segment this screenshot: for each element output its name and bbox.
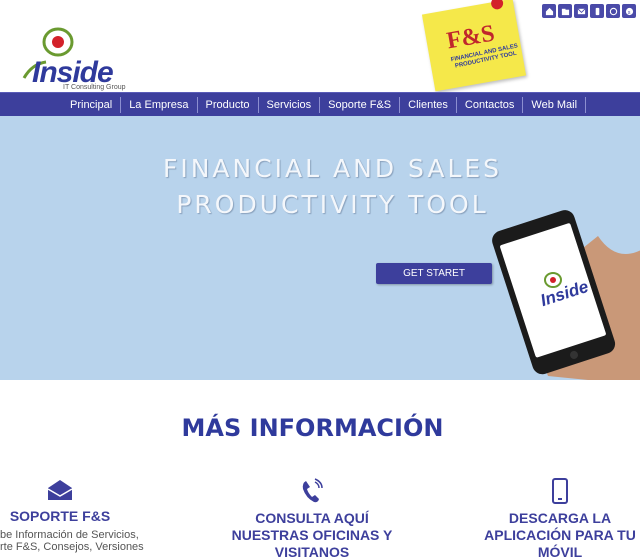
fs-sticky-note: F&S FINANCIAL AND SALES PRODUCTIVITY TOO… — [421, 0, 527, 92]
get-started-button[interactable]: GET STARET — [376, 263, 492, 284]
folder-icon[interactable] — [558, 4, 572, 18]
info-column-offices: CONSULTA AQUÍ NUESTRAS OFICINAS Y VISITA… — [222, 478, 402, 557]
nav-item-web-mail[interactable]: Web Mail — [523, 97, 587, 113]
offices-title[interactable]: CONSULTA AQUÍ NUESTRAS OFICINAS Y VISITA… — [222, 510, 402, 557]
svg-text:s: s — [627, 9, 630, 15]
envelope-icon[interactable] — [46, 478, 74, 502]
pushpin-icon — [490, 0, 505, 11]
nav-item-clientes[interactable]: Clientes — [400, 97, 457, 113]
nav-item-la-empresa[interactable]: La Empresa — [121, 97, 198, 113]
social-icons: s — [542, 4, 636, 18]
nav-item-producto[interactable]: Producto — [198, 97, 259, 113]
hero-banner: FINANCIAL AND SALES PRODUCTIVITY TOOL GE… — [0, 116, 640, 380]
mobile-icon[interactable] — [550, 478, 570, 504]
nav-item-contactos[interactable]: Contactos — [457, 97, 524, 113]
hand-phone-image: Inside — [488, 206, 640, 380]
site-header: Inside IT Consulting Group F&S FINANCIAL… — [0, 0, 640, 92]
main-nav: Principal La Empresa Producto Servicios … — [0, 92, 640, 116]
hero-title-line1: FINANCIAL AND SALES — [162, 154, 503, 183]
nav-item-soporte[interactable]: Soporte F&S — [320, 97, 401, 113]
more-info-heading: MÁS INFORMACIÓN — [181, 414, 444, 442]
inside-logo[interactable]: Inside IT Consulting Group — [22, 24, 142, 92]
support-text: be Información de Servicios, rte F&S, Co… — [0, 529, 144, 553]
phone-call-icon[interactable] — [300, 478, 324, 504]
nav-item-principal[interactable]: Principal — [62, 97, 122, 113]
info-column-app: DESCARGA LA APLICACIÓN PARA TU MÓVIL — [470, 478, 640, 557]
nav-item-servicios[interactable]: Servicios — [259, 97, 321, 113]
logo-tagline: IT Consulting Group — [63, 84, 126, 91]
mail-icon[interactable] — [574, 4, 588, 18]
support-title[interactable]: SOPORTE F&S — [0, 508, 130, 525]
skype-icon[interactable]: s — [622, 4, 636, 18]
phone-icon[interactable] — [590, 4, 604, 18]
info-column-support: SOPORTE F&S be Información de Servicios,… — [0, 478, 144, 553]
home-icon[interactable] — [542, 4, 556, 18]
whatsapp-icon[interactable] — [606, 4, 620, 18]
app-title[interactable]: DESCARGA LA APLICACIÓN PARA TU MÓVIL — [470, 510, 640, 557]
